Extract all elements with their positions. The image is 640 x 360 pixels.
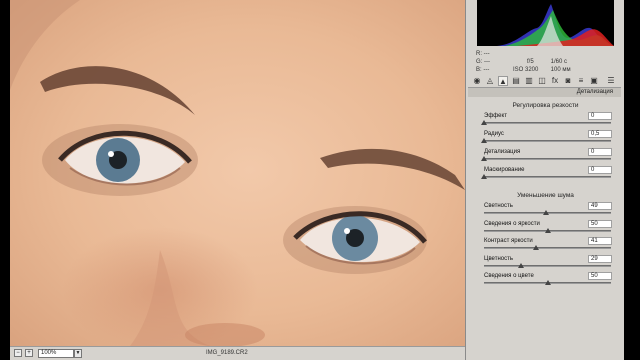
aperture-value: f/5 bbox=[527, 59, 534, 65]
noise-slider-thumb[interactable] bbox=[544, 227, 551, 233]
r-value: --- bbox=[483, 51, 490, 57]
split-toning-tab-icon[interactable]: ▥ bbox=[524, 76, 534, 86]
noise-slider-thumb[interactable] bbox=[543, 210, 550, 215]
face-illustration bbox=[10, 0, 465, 346]
zoom-out-button[interactable]: − bbox=[14, 349, 22, 357]
sharpening-slider-row: Маскирование 0 bbox=[481, 166, 612, 185]
sharpening-slider-label: Эффект bbox=[484, 113, 507, 119]
noise-slider-row: Сведения о яркости 50 bbox=[482, 219, 612, 239]
noise-slider-value-field[interactable]: 41 bbox=[588, 237, 612, 245]
noise-slider-value-field[interactable]: 29 bbox=[588, 254, 612, 263]
sharpening-slider-thumb[interactable] bbox=[481, 120, 487, 125]
chevron-down-icon: ▼ bbox=[75, 350, 81, 356]
panel-tabs: ◉ ◬ ▲ ▤ ▥ ◫ fx ◙ ≡ ▣ ☰ bbox=[468, 75, 621, 88]
section-title: Детализация bbox=[468, 88, 621, 97]
noise-slider-row: Сведения о цвете 50 bbox=[482, 272, 612, 291]
noise-slider-track[interactable] bbox=[484, 264, 611, 267]
sharpening-slider-track[interactable] bbox=[484, 158, 611, 160]
sharpening-slider-thumb[interactable] bbox=[481, 174, 487, 179]
tone-curve-tab-icon[interactable]: ◬ bbox=[485, 76, 495, 86]
b-label: B: bbox=[476, 67, 482, 73]
sharpening-slider-thumb[interactable] bbox=[481, 156, 487, 161]
effects-tab-icon[interactable]: fx bbox=[550, 76, 560, 86]
shutter-value: 1/60 с bbox=[550, 59, 568, 65]
photo-preview[interactable] bbox=[10, 0, 465, 346]
status-bar: − + 100% ▼ IMG_9189.CR2 bbox=[10, 346, 465, 360]
right-border bbox=[624, 0, 640, 360]
noise-slider-value-field[interactable]: 50 bbox=[588, 219, 612, 228]
sharpening-slider-value-field[interactable]: 0,5 bbox=[588, 130, 612, 138]
noise-slider-row: Цветность 29 bbox=[482, 254, 612, 274]
sharpening-slider-row: Эффект 0 bbox=[481, 112, 612, 131]
hsl-tab-icon[interactable]: ▤ bbox=[511, 76, 521, 86]
noise-slider-thumb[interactable] bbox=[544, 280, 551, 285]
sharpening-slider-value-field[interactable]: 0 bbox=[588, 112, 612, 120]
sharpening-slider-track[interactable] bbox=[484, 140, 611, 142]
zoom-in-button[interactable]: + bbox=[25, 349, 33, 357]
zoom-dropdown[interactable]: ▼ bbox=[74, 349, 82, 358]
noise-reduction-title: Уменьшение шума bbox=[517, 192, 574, 199]
noise-slider-label: Сведения о цвете bbox=[484, 273, 534, 279]
rgb-readout: R: --- G: --- B: --- bbox=[476, 50, 490, 74]
left-border bbox=[0, 0, 10, 346]
sharpening-slider-value-field[interactable]: 0 bbox=[588, 148, 612, 156]
sharpening-slider-row: Радиус 0,5 bbox=[481, 130, 612, 149]
noise-slider-thumb[interactable] bbox=[517, 262, 524, 268]
sharpening-title: Регулировка резкости bbox=[512, 102, 579, 109]
noise-slider-label: Цветность bbox=[484, 255, 513, 262]
camera-raw-window: − + 100% ▼ IMG_9189.CR2 R: --- G: --- B:… bbox=[0, 0, 640, 360]
b-value: --- bbox=[483, 67, 490, 73]
noise-slider-track[interactable] bbox=[484, 247, 611, 249]
camera-calibration-tab-icon[interactable]: ◙ bbox=[563, 76, 573, 86]
file-name: IMG_9189.CR2 bbox=[206, 350, 248, 356]
zoom-level-field[interactable]: 100% bbox=[38, 349, 74, 358]
sharpening-slider-label: Маскирование bbox=[484, 167, 525, 173]
sharpening-slider-thumb[interactable] bbox=[481, 138, 487, 143]
g-value: --- bbox=[484, 59, 491, 65]
noise-slider-thumb[interactable] bbox=[533, 245, 540, 250]
camera-info: f/5 1/60 с ISO 3200 100 мм bbox=[513, 50, 571, 74]
sharpening-slider-row: Детализация 0 bbox=[481, 148, 612, 167]
lens-corrections-tab-icon[interactable]: ◫ bbox=[537, 76, 547, 86]
iso-value: ISO 3200 bbox=[513, 67, 539, 73]
focal-length-value: 100 мм bbox=[550, 67, 571, 73]
panel-menu-icon[interactable]: ☰ bbox=[606, 76, 616, 86]
noise-slider-value-field[interactable]: 49 bbox=[588, 202, 612, 210]
sharpening-slider-track[interactable] bbox=[484, 122, 611, 124]
adjustment-panel: R: --- G: --- B: --- f/5 1/60 с ISO 3200… bbox=[465, 0, 624, 360]
noise-slider-row: Контраст яркости 41 bbox=[482, 237, 612, 256]
snapshots-tab-icon[interactable]: ▣ bbox=[589, 76, 599, 86]
sharpening-slider-track[interactable] bbox=[484, 176, 611, 178]
noise-slider-label: Светность bbox=[484, 203, 513, 209]
sharpening-slider-label: Радиус bbox=[484, 131, 504, 137]
noise-slider-label: Сведения о яркости bbox=[484, 220, 540, 227]
r-label: R: bbox=[476, 51, 482, 57]
detail-tab-icon[interactable]: ▲ bbox=[498, 76, 508, 86]
histogram bbox=[477, 0, 614, 46]
basic-tab-icon[interactable]: ◉ bbox=[472, 76, 482, 86]
noise-slider-value-field[interactable]: 50 bbox=[588, 272, 612, 280]
noise-slider-row: Светность 49 bbox=[482, 202, 612, 221]
sharpening-slider-label: Детализация bbox=[484, 149, 521, 155]
sharpening-slider-value-field[interactable]: 0 bbox=[588, 166, 612, 174]
noise-slider-label: Контраст яркости bbox=[484, 238, 533, 244]
g-label: G: bbox=[476, 59, 483, 65]
presets-tab-icon[interactable]: ≡ bbox=[576, 76, 586, 86]
